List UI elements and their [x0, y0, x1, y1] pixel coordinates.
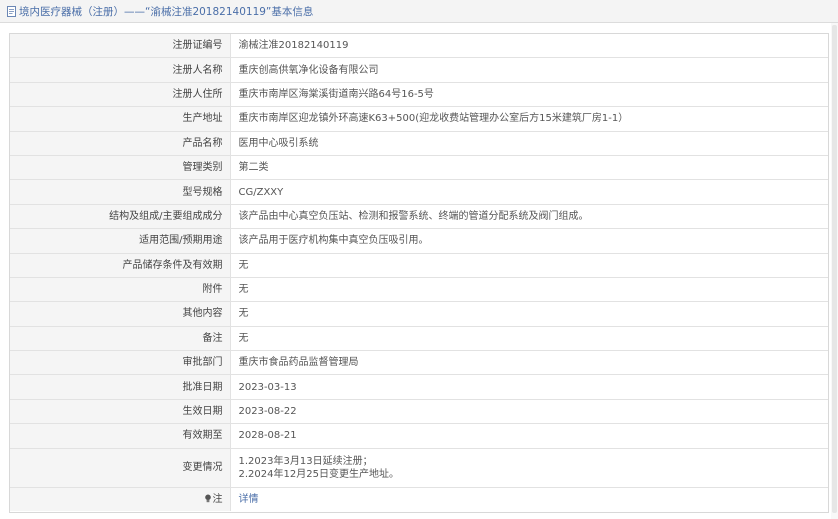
- row-value: 第二类: [230, 155, 828, 181]
- note-row: 注 详情: [10, 487, 828, 512]
- row-value: 无: [230, 277, 828, 303]
- row-label: 产品名称: [10, 131, 231, 156]
- table-row: 附件无: [10, 277, 828, 303]
- info-table: 注册证编号 渝械注准20182140119 注册人名称 重庆创高供氧净化设备有限公司注…: [10, 34, 828, 512]
- note-value-cell: 详情: [230, 487, 828, 511]
- change-history-line: 1.2023年3月13日延续注册；: [238, 455, 373, 467]
- table-row: 产品储存条件及有效期无: [10, 253, 828, 278]
- row-label: 结构及组成/主要组成成分: [10, 204, 231, 230]
- table-row: 型号规格 CG/ZXXY: [10, 179, 828, 205]
- table-row: 有效期至 2028-08-21: [10, 423, 828, 449]
- note-label: 注: [212, 493, 223, 505]
- change-history-line: 2.2024年12月25日变更生产地址。: [238, 468, 399, 480]
- row-label: 备注: [10, 326, 231, 352]
- row-label: 生产地址: [10, 106, 231, 132]
- row-value: 该产品由中心真空负压站、检测和报警系统、终端的管道分配系统及阀门组成。: [230, 204, 828, 230]
- row-label: 注册人住所: [10, 82, 231, 108]
- table-row: 备注无: [10, 326, 828, 352]
- row-value: 无: [230, 301, 828, 327]
- row-label: 审批部门: [10, 350, 231, 376]
- lightbulb-icon: [204, 494, 211, 503]
- table-row: 产品名称 医用中心吸引系统: [10, 131, 828, 156]
- note-label-cell: 注: [10, 487, 231, 512]
- row-value: 2023-03-13: [230, 374, 828, 400]
- scrollbar-thumb[interactable]: [832, 25, 837, 513]
- row-label: 附件: [10, 277, 231, 303]
- table-row: 注册人住所 重庆市南岸区海棠溪街道南兴路64号16-5号: [10, 82, 828, 108]
- table-row: 适用范围/预期用途 该产品用于医疗机构集中真空负压吸引用。: [10, 228, 828, 254]
- table-row: 管理类别 第二类: [10, 155, 828, 181]
- row-label: 有效期至: [10, 423, 231, 449]
- page-title: 境内医疗器械（注册）——“渝械注准20182140119”基本信息: [19, 5, 314, 18]
- row-value: 2023-08-22: [230, 399, 828, 425]
- table-row: 生效日期 2023-08-22: [10, 399, 828, 425]
- details-link[interactable]: 详情: [239, 494, 259, 505]
- row-label: 适用范围/预期用途: [10, 228, 231, 254]
- row-label: 注册人名称: [10, 57, 231, 83]
- row-value: 医用中心吸引系统: [230, 131, 828, 156]
- row-value: CG/ZXXY: [230, 179, 828, 205]
- row-value: 重庆市南岸区迎龙镇外环高速K63+500(迎龙收费站管理办公室后方15米建筑厂房…: [230, 106, 828, 132]
- row-value: 重庆创高供氧净化设备有限公司: [230, 57, 828, 83]
- table-row: 生产地址 重庆市南岸区迎龙镇外环高速K63+500(迎龙收费站管理办公室后方15米…: [10, 106, 828, 132]
- row-label: 其他内容: [10, 301, 231, 327]
- row-label: 产品储存条件及有效期: [10, 253, 231, 278]
- row-value: 渝械注准20182140119: [230, 34, 828, 59]
- vertical-scrollbar[interactable]: [831, 23, 838, 519]
- table-row: 注册证编号 渝械注准20182140119: [10, 34, 828, 59]
- row-value: 无: [230, 326, 828, 352]
- row-value: 重庆市南岸区海棠溪街道南兴路64号16-5号: [230, 82, 828, 108]
- row-label: 生效日期: [10, 399, 231, 425]
- row-label: 管理类别: [10, 155, 231, 181]
- row-value: 2028-08-21: [230, 423, 828, 449]
- change-history-value: 1.2023年3月13日延续注册； 2.2024年12月25日变更生产地址。: [230, 448, 828, 488]
- row-value: 重庆市食品药品监督管理局: [230, 350, 828, 376]
- document-icon: [7, 5, 16, 17]
- row-value: 无: [230, 253, 828, 278]
- row-label: 注册证编号: [10, 34, 231, 59]
- table-row: 其他内容无: [10, 301, 828, 327]
- page-header: 境内医疗器械（注册）——“渝械注准20182140119”基本信息: [0, 0, 838, 23]
- change-history-row: 变更情况 1.2023年3月13日延续注册； 2.2024年12月25日变更生产地址…: [10, 448, 828, 488]
- table-row: 结构及组成/主要组成成分 该产品由中心真空负压站、检测和报警系统、终端的管道分配系…: [10, 204, 828, 230]
- table-row: 批准日期 2023-03-13: [10, 374, 828, 400]
- row-value: 该产品用于医疗机构集中真空负压吸引用。: [230, 228, 828, 254]
- row-label: 型号规格: [10, 179, 231, 205]
- row-label: 变更情况: [10, 448, 231, 488]
- table-row: 注册人名称 重庆创高供氧净化设备有限公司: [10, 57, 828, 83]
- table-row: 审批部门 重庆市食品药品监督管理局: [10, 350, 828, 376]
- row-label: 批准日期: [10, 374, 231, 400]
- info-panel: 注册证编号 渝械注准20182140119 注册人名称 重庆创高供氧净化设备有限公司注…: [9, 33, 829, 513]
